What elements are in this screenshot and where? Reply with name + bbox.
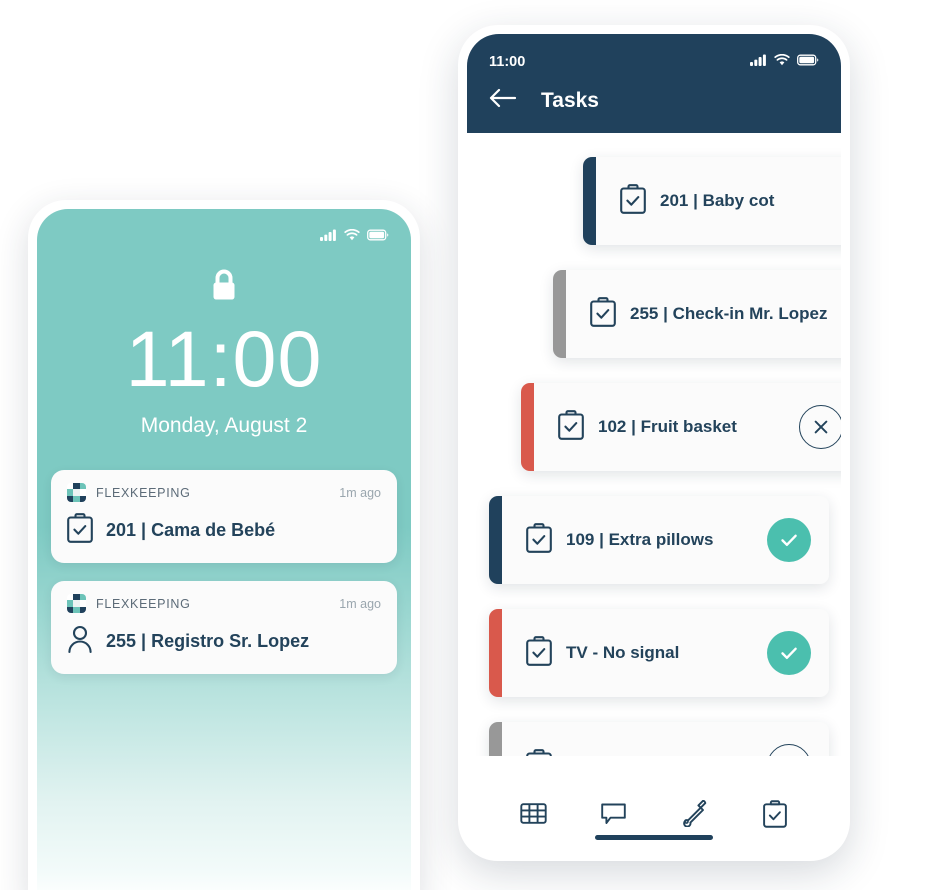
task-row[interactable]: TV - No signal bbox=[489, 609, 829, 697]
wifi-icon bbox=[344, 228, 360, 246]
task-label: 102 | Fruit basket bbox=[598, 417, 737, 436]
status-bar bbox=[37, 209, 411, 247]
notification-body: 201 | Cama de Bebé bbox=[67, 513, 381, 548]
flexkeeping-logo-icon bbox=[67, 594, 86, 613]
lock-icon bbox=[37, 267, 411, 305]
task-priority-bar bbox=[521, 383, 534, 471]
tab-bar bbox=[467, 780, 841, 852]
chat-bubble-icon bbox=[600, 800, 627, 832]
app-bar: 11:00 Tasks bbox=[467, 34, 841, 133]
task-row[interactable]: 102 | Fruit basket bbox=[521, 383, 841, 471]
notification-app-name: FLEXKEEPING bbox=[96, 596, 191, 611]
notification-card[interactable]: FLEXKEEPING 1m ago 255 | Registro Sr. Lo… bbox=[51, 581, 397, 674]
notification-header: FLEXKEEPING 1m ago bbox=[67, 483, 381, 502]
clipboard-check-icon bbox=[526, 522, 552, 558]
task-priority-bar bbox=[553, 270, 566, 358]
task-label: 109 | Extra pillows bbox=[566, 530, 714, 549]
signal-bars-icon bbox=[750, 53, 767, 71]
status-bar: 11:00 bbox=[489, 52, 819, 72]
tab-tasks[interactable] bbox=[747, 793, 803, 839]
grid-icon bbox=[520, 800, 547, 832]
clipboard-check-icon bbox=[620, 183, 646, 219]
flexkeeping-logo-icon bbox=[67, 483, 86, 502]
notification-list: FLEXKEEPING 1m ago 201 | Cama de Bebé FL… bbox=[37, 470, 411, 674]
clipboard-check-icon bbox=[67, 513, 93, 548]
phone-tasks-device: 11:00 Tasks 201 | Baby cot 255 | Check-i… bbox=[458, 25, 850, 861]
person-icon bbox=[67, 624, 93, 659]
battery-icon bbox=[367, 228, 389, 246]
arrow-left-icon[interactable] bbox=[489, 88, 517, 113]
task-row[interactable]: 255 | Check-in Mr. Lopez bbox=[553, 270, 841, 358]
signal-bars-icon bbox=[320, 228, 337, 246]
task-priority-bar bbox=[583, 157, 596, 245]
notification-header: FLEXKEEPING 1m ago bbox=[67, 594, 381, 613]
task-list: 201 | Baby cot 255 | Check-in Mr. Lopez … bbox=[467, 133, 841, 810]
task-priority-bar bbox=[489, 496, 502, 584]
clipboard-check-icon bbox=[558, 409, 584, 445]
notification-card[interactable]: FLEXKEEPING 1m ago 201 | Cama de Bebé bbox=[51, 470, 397, 563]
task-label: 201 | Baby cot bbox=[660, 191, 775, 210]
task-row[interactable]: 201 | Baby cot bbox=[583, 157, 841, 245]
notification-body: 255 | Registro Sr. Lopez bbox=[67, 624, 381, 659]
page-title: Tasks bbox=[541, 88, 599, 112]
task-row[interactable]: 109 | Extra pillows bbox=[489, 496, 829, 584]
tasks-screen: 11:00 Tasks 201 | Baby cot 255 | Check-i… bbox=[467, 34, 841, 852]
bottom-navigation bbox=[467, 756, 841, 852]
tab-maintenance[interactable] bbox=[666, 793, 722, 839]
tab-rooms[interactable] bbox=[505, 793, 561, 839]
notification-text: 201 | Cama de Bebé bbox=[106, 520, 276, 540]
status-bar-time: 11:00 bbox=[489, 54, 526, 70]
task-label: 255 | Check-in Mr. Lopez bbox=[630, 304, 828, 323]
home-indicator[interactable] bbox=[595, 835, 713, 840]
check-icon[interactable] bbox=[767, 518, 811, 562]
close-icon[interactable] bbox=[799, 405, 841, 449]
phone-lock-screen-device: 11:00 Monday, August 2 FLEXKEEPING 1m ag… bbox=[28, 200, 420, 890]
clipboard-check-icon bbox=[590, 296, 616, 332]
task-label: TV - No signal bbox=[566, 643, 680, 662]
clipboard-check-icon bbox=[762, 799, 787, 833]
clipboard-check-icon bbox=[526, 635, 552, 671]
wifi-icon bbox=[774, 53, 790, 71]
battery-icon bbox=[797, 53, 819, 71]
wrench-icon bbox=[681, 799, 708, 832]
screenshot-stage: 11:00 Monday, August 2 FLEXKEEPING 1m ag… bbox=[0, 0, 947, 890]
app-bar-row: Tasks bbox=[489, 88, 819, 113]
check-icon[interactable] bbox=[767, 631, 811, 675]
tab-messages[interactable] bbox=[586, 793, 642, 839]
lock-screen-time: 11:00 bbox=[125, 314, 323, 403]
notification-timestamp: 1m ago bbox=[339, 485, 381, 500]
lock-screen-date: Monday, August 2 bbox=[140, 414, 308, 437]
notification-text: 255 | Registro Sr. Lopez bbox=[106, 631, 310, 651]
notification-app-name: FLEXKEEPING bbox=[96, 485, 191, 500]
task-priority-bar bbox=[489, 609, 502, 697]
lock-screen: 11:00 Monday, August 2 FLEXKEEPING 1m ag… bbox=[37, 209, 411, 890]
notification-timestamp: 1m ago bbox=[339, 596, 381, 611]
